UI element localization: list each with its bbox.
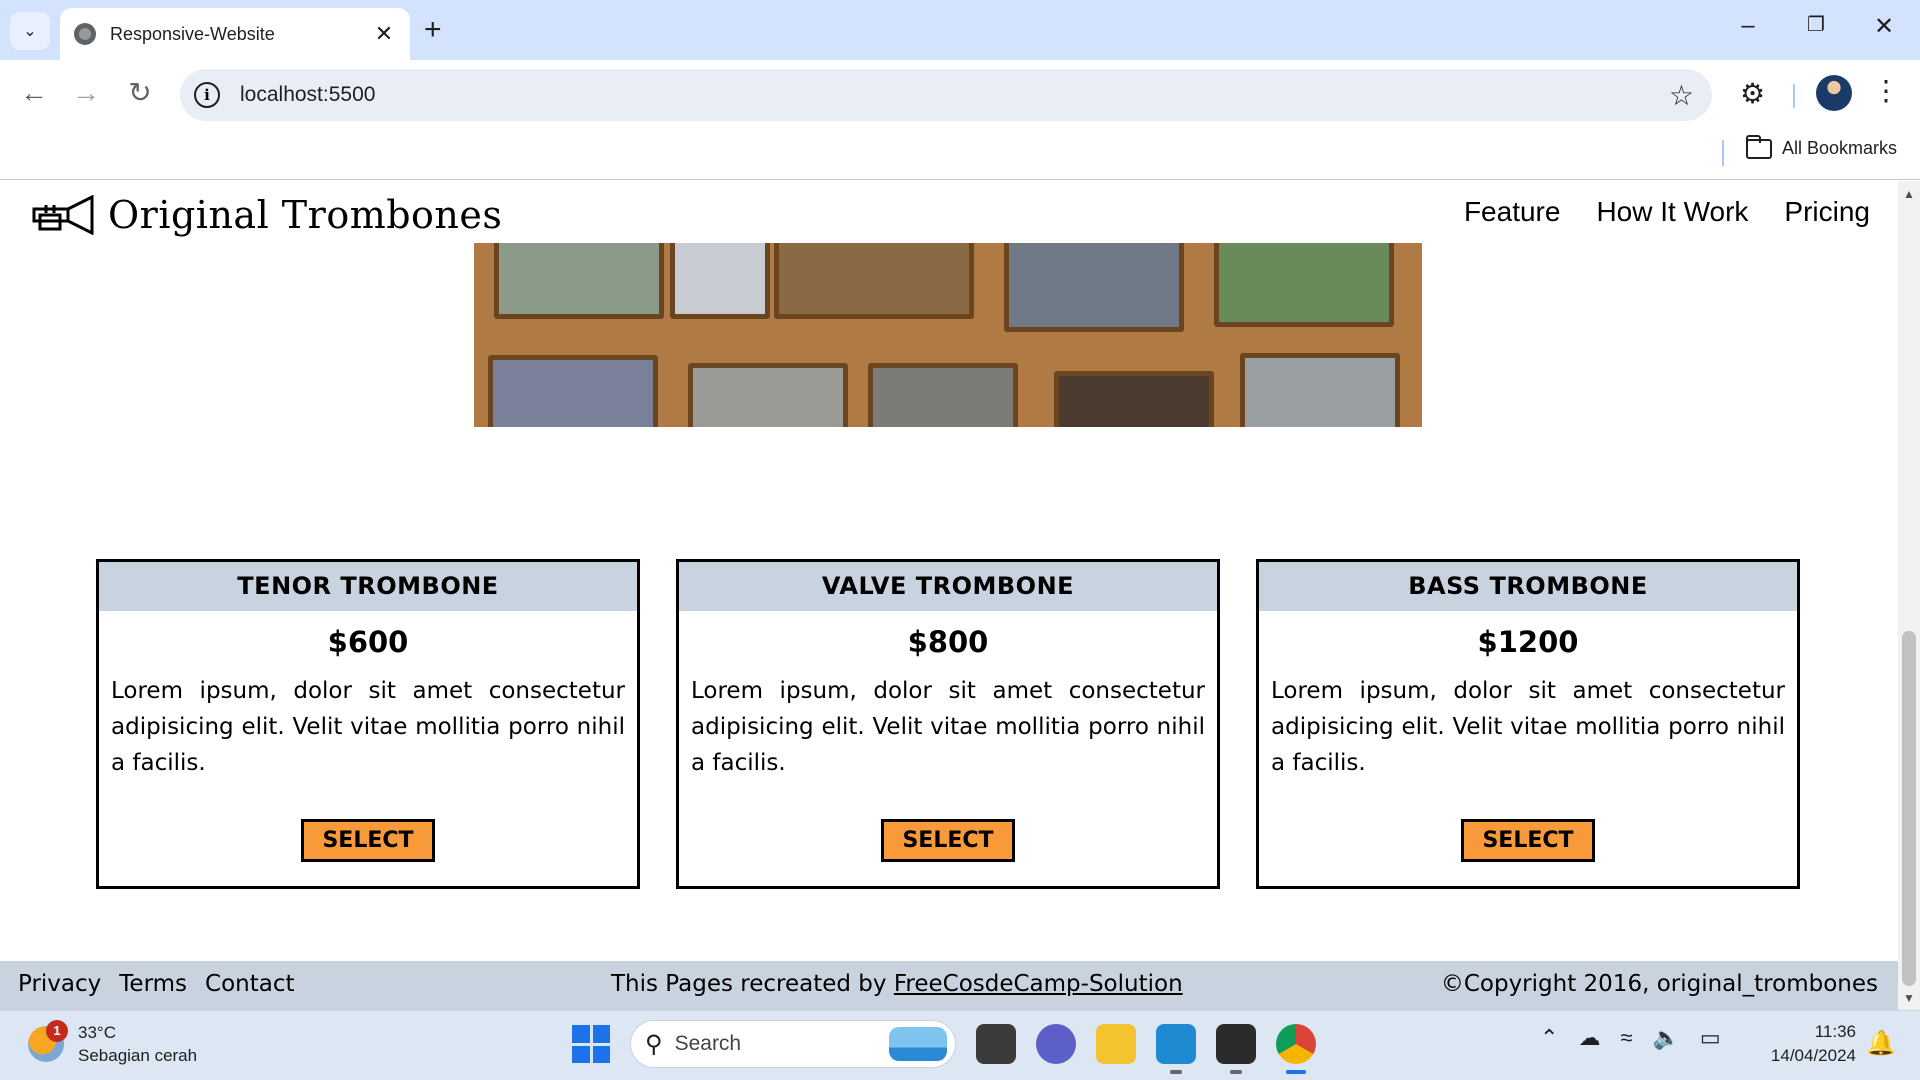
plan-price: $800 (907, 625, 989, 659)
onedrive-icon[interactable]: ☁ (1578, 1025, 1600, 1051)
main-nav: Feature How It Work Pricing (1464, 196, 1870, 228)
teams-chat-icon[interactable] (1036, 1024, 1076, 1064)
plan-description: Lorem ipsum, dolor sit amet consectetur … (1271, 678, 1785, 776)
browser-tab[interactable]: Responsive-Website ✕ (60, 8, 410, 60)
hero-image (474, 243, 1422, 427)
vscode-icon[interactable] (1156, 1024, 1196, 1074)
clock-time: 11:36 (1814, 1022, 1856, 1041)
footer-copyright: ©Copyright 2016, original_trombones (1440, 971, 1878, 997)
bookmarks-bar: All Bookmarks (0, 128, 1920, 180)
more-menu-icon[interactable]: ⋮ (1872, 74, 1900, 107)
pricing-card-tenor: TENOR TROMBONE $600 Lorem ipsum, dolor s… (96, 559, 640, 889)
nav-link-how-it-work[interactable]: How It Work (1596, 196, 1748, 228)
battery-icon[interactable]: ▭ (1700, 1025, 1721, 1051)
plan-description: Lorem ipsum, dolor sit amet consectetur … (691, 678, 1205, 776)
site-info-icon[interactable]: i (194, 82, 220, 108)
weather-widget[interactable]: 1 33°C Sebagian cerah (28, 1020, 198, 1067)
page-scrollbar[interactable]: ▲ ▼ (1898, 181, 1920, 1010)
footer-link-privacy[interactable]: Privacy (18, 971, 101, 997)
wifi-icon[interactable]: ≈ (1620, 1025, 1632, 1051)
new-tab-button[interactable]: + (424, 14, 442, 46)
url-text: localhost:5500 (240, 83, 376, 106)
plan-price: $600 (327, 625, 409, 659)
notification-badge: 1 (46, 1020, 68, 1042)
pricing-card-bass: BASS TROMBONE $1200 Lorem ipsum, dolor s… (1256, 559, 1800, 889)
start-button[interactable] (572, 1025, 610, 1063)
footer-link-terms[interactable]: Terms (119, 971, 187, 997)
system-tray: ⌃ ☁ ≈ 🔈 ▭ (1540, 1025, 1721, 1051)
scrollbar-thumb[interactable] (1902, 631, 1916, 986)
address-bar[interactable]: i localhost:5500 ☆ (180, 69, 1712, 121)
globe-icon (74, 23, 96, 45)
clock-date: 14/04/2024 (1770, 1046, 1856, 1065)
select-button[interactable]: SELECT (1461, 819, 1595, 862)
credit-prefix: This Pages recreated by (611, 971, 894, 997)
all-bookmarks-label: All Bookmarks (1782, 138, 1898, 158)
site-logo[interactable]: Original Trombones (32, 193, 502, 237)
extensions-icon[interactable]: ⚙ (1740, 77, 1765, 110)
close-tab-icon[interactable]: ✕ (372, 21, 396, 47)
select-button[interactable]: SELECT (301, 819, 435, 862)
task-view-icon[interactable] (976, 1024, 1016, 1064)
restore-button[interactable]: ❐ (1796, 12, 1836, 37)
trombone-logo-icon (32, 195, 94, 235)
bookmark-star-icon[interactable]: ☆ (1669, 79, 1694, 112)
profile-avatar[interactable] (1816, 75, 1852, 111)
close-window-button[interactable]: ✕ (1864, 12, 1904, 41)
taskbar: 1 33°C Sebagian cerah ⚲ Search ⌃ ☁ ≈ 🔈 ▭… (0, 1010, 1920, 1080)
pricing-card-valve: VALVE TROMBONE $800 Lorem ipsum, dolor s… (676, 559, 1220, 889)
folder-icon (1746, 134, 1772, 159)
plan-price: $1200 (1477, 625, 1579, 659)
nav-link-pricing[interactable]: Pricing (1784, 196, 1870, 228)
reload-button[interactable]: ↻ (120, 76, 160, 110)
weather-temperature: 33°C (78, 1023, 116, 1042)
site-footer: Privacy Terms Contact This Pages recreat… (0, 961, 1898, 1010)
page-viewport: Original Trombones Feature How It Work P… (0, 181, 1898, 1010)
volume-icon[interactable]: 🔈 (1653, 1025, 1680, 1051)
scroll-down-arrow-icon[interactable]: ▼ (1903, 991, 1915, 1005)
nav-link-feature[interactable]: Feature (1464, 196, 1561, 228)
weather-description: Sebagian cerah (78, 1046, 198, 1065)
site-header: Original Trombones Feature How It Work P… (0, 181, 1898, 243)
taskbar-clock[interactable]: 11:36 14/04/2024 (1750, 1020, 1856, 1068)
plan-description: Lorem ipsum, dolor sit amet consectetur … (111, 678, 625, 776)
scroll-up-arrow-icon[interactable]: ▲ (1903, 187, 1915, 201)
search-label: Search (674, 1032, 742, 1055)
credit-link[interactable]: FreeCosdeCamp-Solution (894, 971, 1183, 997)
search-highlight-icon (889, 1027, 947, 1061)
chrome-icon[interactable] (1276, 1024, 1316, 1074)
minimize-button[interactable]: – (1728, 12, 1768, 40)
plan-name: VALVE TROMBONE (679, 562, 1217, 611)
browser-toolbar: ← → ↻ i localhost:5500 ☆ ⚙ ⋮ (0, 60, 1920, 128)
bookmarks-divider (1722, 140, 1724, 166)
browser-tab-bar: ⌄ Responsive-Website ✕ + – ❐ ✕ (0, 0, 1920, 60)
chevron-down-icon: ⌄ (23, 23, 37, 40)
pricing-section: TENOR TROMBONE $600 Lorem ipsum, dolor s… (96, 559, 1800, 889)
taskbar-search[interactable]: ⚲ Search (630, 1020, 956, 1068)
file-explorer-icon[interactable] (1096, 1024, 1136, 1064)
chevron-up-icon[interactable]: ⌃ (1540, 1025, 1558, 1051)
select-button[interactable]: SELECT (881, 819, 1015, 862)
back-button[interactable]: ← (14, 76, 54, 110)
tab-title: Responsive-Website (110, 23, 275, 44)
weather-icon: 1 (28, 1020, 68, 1062)
search-icon: ⚲ (645, 1030, 663, 1058)
plan-name: TENOR TROMBONE (99, 562, 637, 611)
footer-links: Privacy Terms Contact (18, 971, 295, 997)
terminal-icon[interactable] (1216, 1024, 1256, 1074)
brand-name: Original Trombones (108, 193, 503, 237)
notifications-bell-icon[interactable]: 🔔 (1866, 1029, 1896, 1058)
taskbar-apps: ⚲ Search (572, 1020, 1316, 1074)
all-bookmarks-button[interactable]: All Bookmarks (1746, 134, 1898, 159)
forward-button[interactable]: → (66, 76, 106, 110)
plan-name: BASS TROMBONE (1259, 562, 1797, 611)
footer-credit: This Pages recreated by FreeCosdeCamp-So… (611, 971, 1183, 997)
footer-link-contact[interactable]: Contact (205, 971, 294, 997)
tab-search-button[interactable]: ⌄ (10, 12, 50, 50)
toolbar-divider (1793, 84, 1795, 108)
